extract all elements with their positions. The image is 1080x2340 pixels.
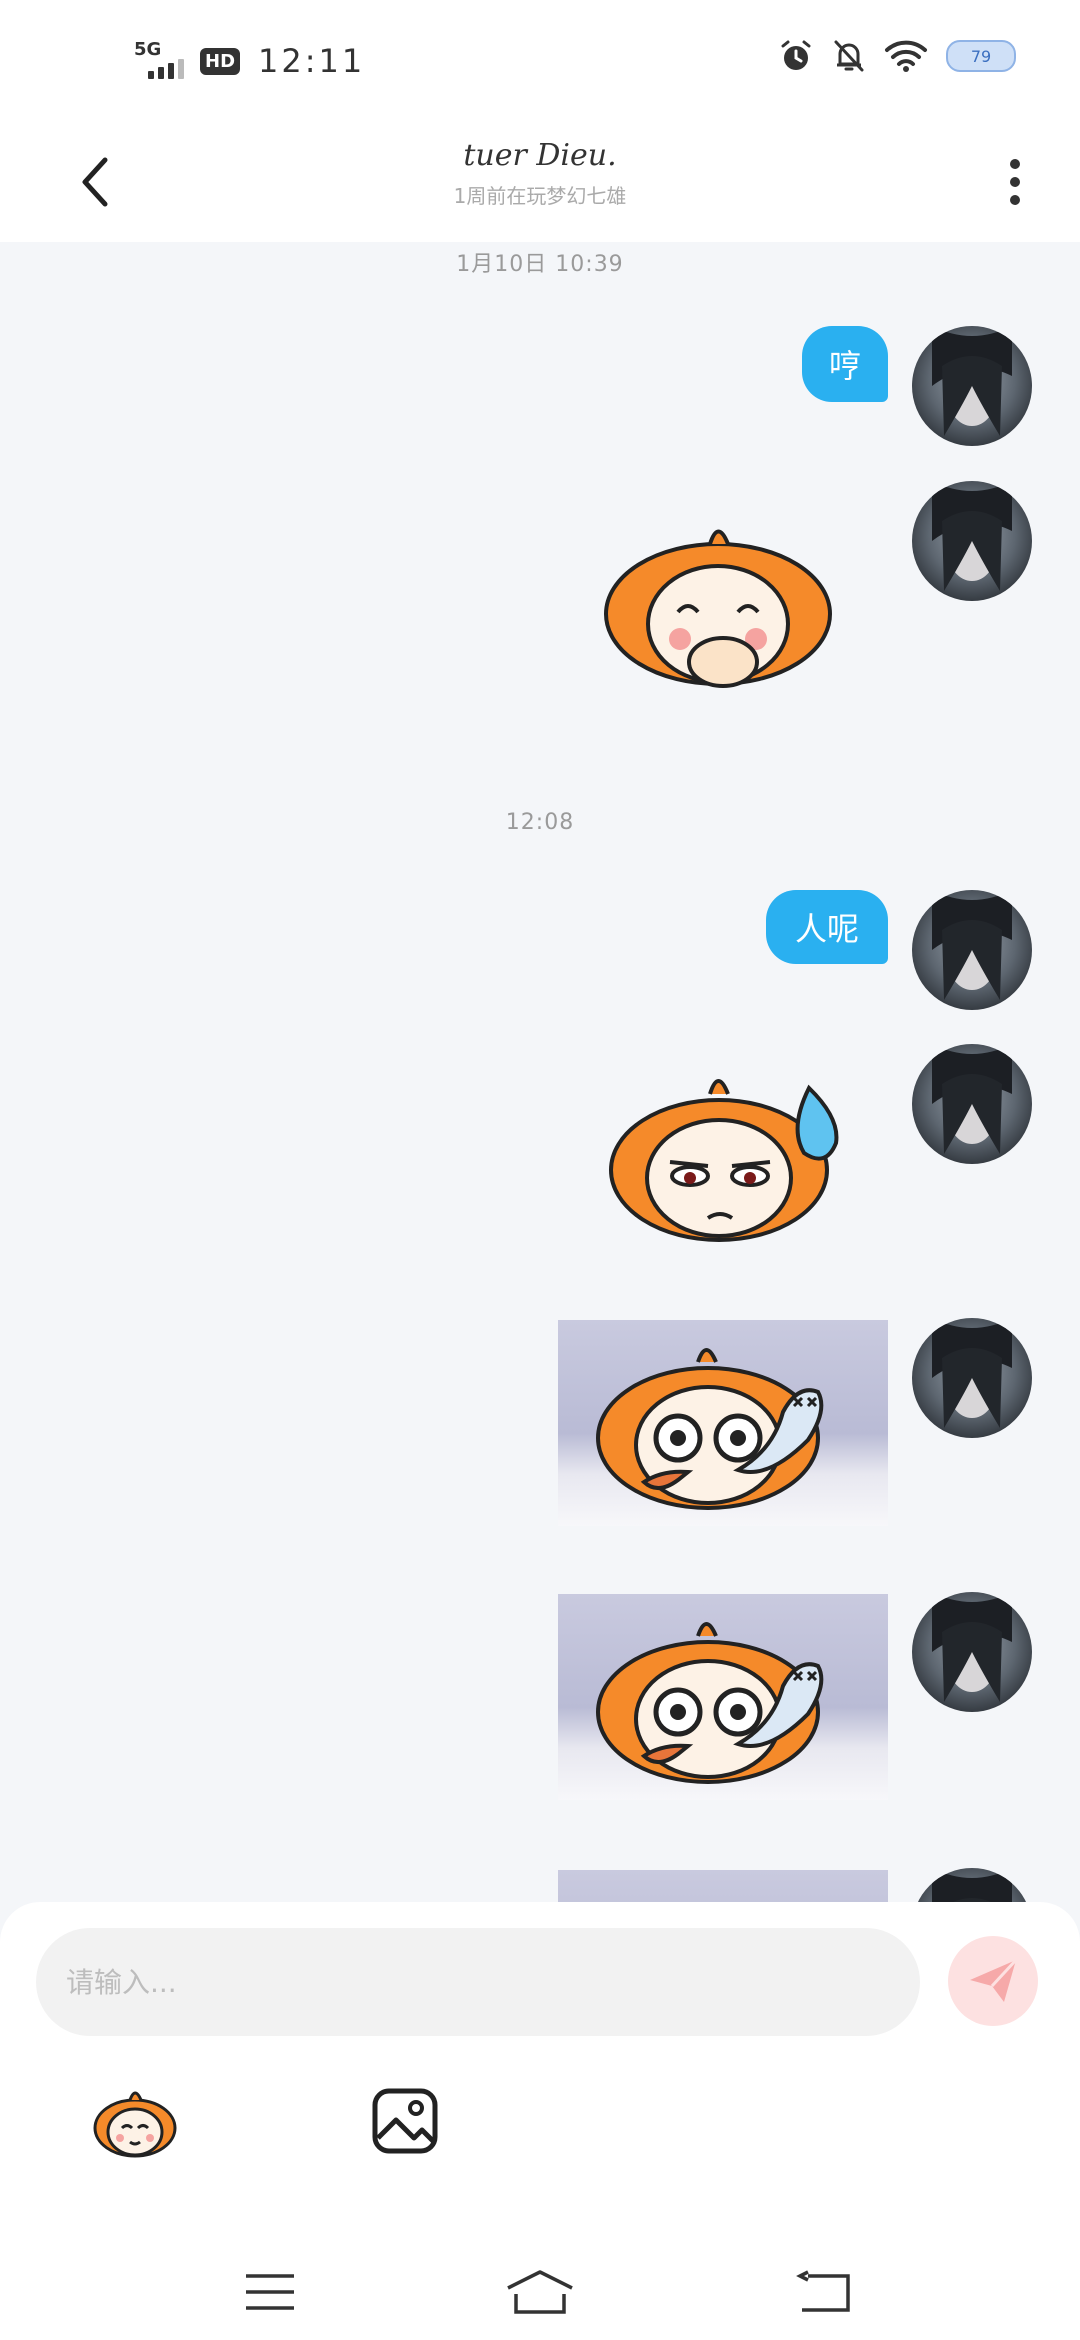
chat-title: tuer Dieu. — [463, 138, 617, 173]
message-bubble[interactable]: 人呢 — [766, 890, 888, 964]
sticker-laughing[interactable] — [598, 514, 838, 704]
image-picker-icon[interactable] — [370, 2086, 440, 2156]
battery-icon: 79 — [946, 40, 1016, 72]
nav-home-button[interactable] — [490, 2262, 590, 2322]
sticker-dizzy-ghost — [596, 1348, 824, 1510]
chat-header: tuer Dieu. 1周前在玩梦幻七雄 — [0, 120, 1080, 242]
back-arrow-icon — [796, 2270, 850, 2312]
message-bubble[interactable]: 哼 — [802, 326, 888, 402]
system-nav-bar — [0, 2262, 1080, 2340]
time-separator: 12:08 — [505, 810, 575, 835]
mute-bell-icon — [834, 40, 864, 72]
avatar[interactable] — [912, 890, 1032, 1010]
more-options-button[interactable] — [990, 142, 1040, 222]
more-vertical-icon — [1010, 159, 1020, 169]
sticker-dizzy-ghost — [596, 1622, 824, 1784]
home-icon — [507, 2270, 573, 2314]
cellular-signal-icon: 5G — [134, 39, 190, 83]
status-time: 12:11 — [258, 42, 366, 80]
network-type: 5G — [134, 39, 162, 60]
sticker-picker-icon[interactable] — [90, 2082, 180, 2162]
image-message[interactable] — [558, 1320, 888, 1526]
status-bar: 5G HD 12:11 79 — [0, 0, 1080, 120]
composer-panel — [0, 1902, 1080, 2340]
avatar[interactable] — [912, 1318, 1032, 1438]
send-icon — [970, 1958, 1018, 2002]
menu-icon — [246, 2274, 294, 2310]
avatar[interactable] — [912, 326, 1032, 446]
sticker-sweat[interactable] — [604, 1058, 848, 1254]
avatar[interactable] — [912, 1592, 1032, 1712]
battery-level: 79 — [970, 46, 992, 66]
wifi-icon — [885, 40, 927, 72]
send-button[interactable] — [948, 1936, 1038, 2026]
avatar[interactable] — [912, 481, 1032, 601]
nav-back-button[interactable] — [774, 2262, 874, 2322]
nav-menu-button[interactable] — [220, 2262, 320, 2322]
hd-badge: HD — [200, 47, 241, 75]
message-text: 人呢 — [794, 910, 859, 948]
message-text: 哼 — [828, 347, 861, 385]
image-message[interactable] — [558, 1594, 888, 1800]
message-input[interactable] — [36, 1928, 920, 2036]
time-separator: 1月10日 10:39 — [456, 252, 624, 277]
chat-subtitle: 1周前在玩梦幻七雄 — [453, 184, 627, 208]
avatar[interactable] — [912, 1044, 1032, 1164]
alarm-icon — [781, 40, 811, 70]
